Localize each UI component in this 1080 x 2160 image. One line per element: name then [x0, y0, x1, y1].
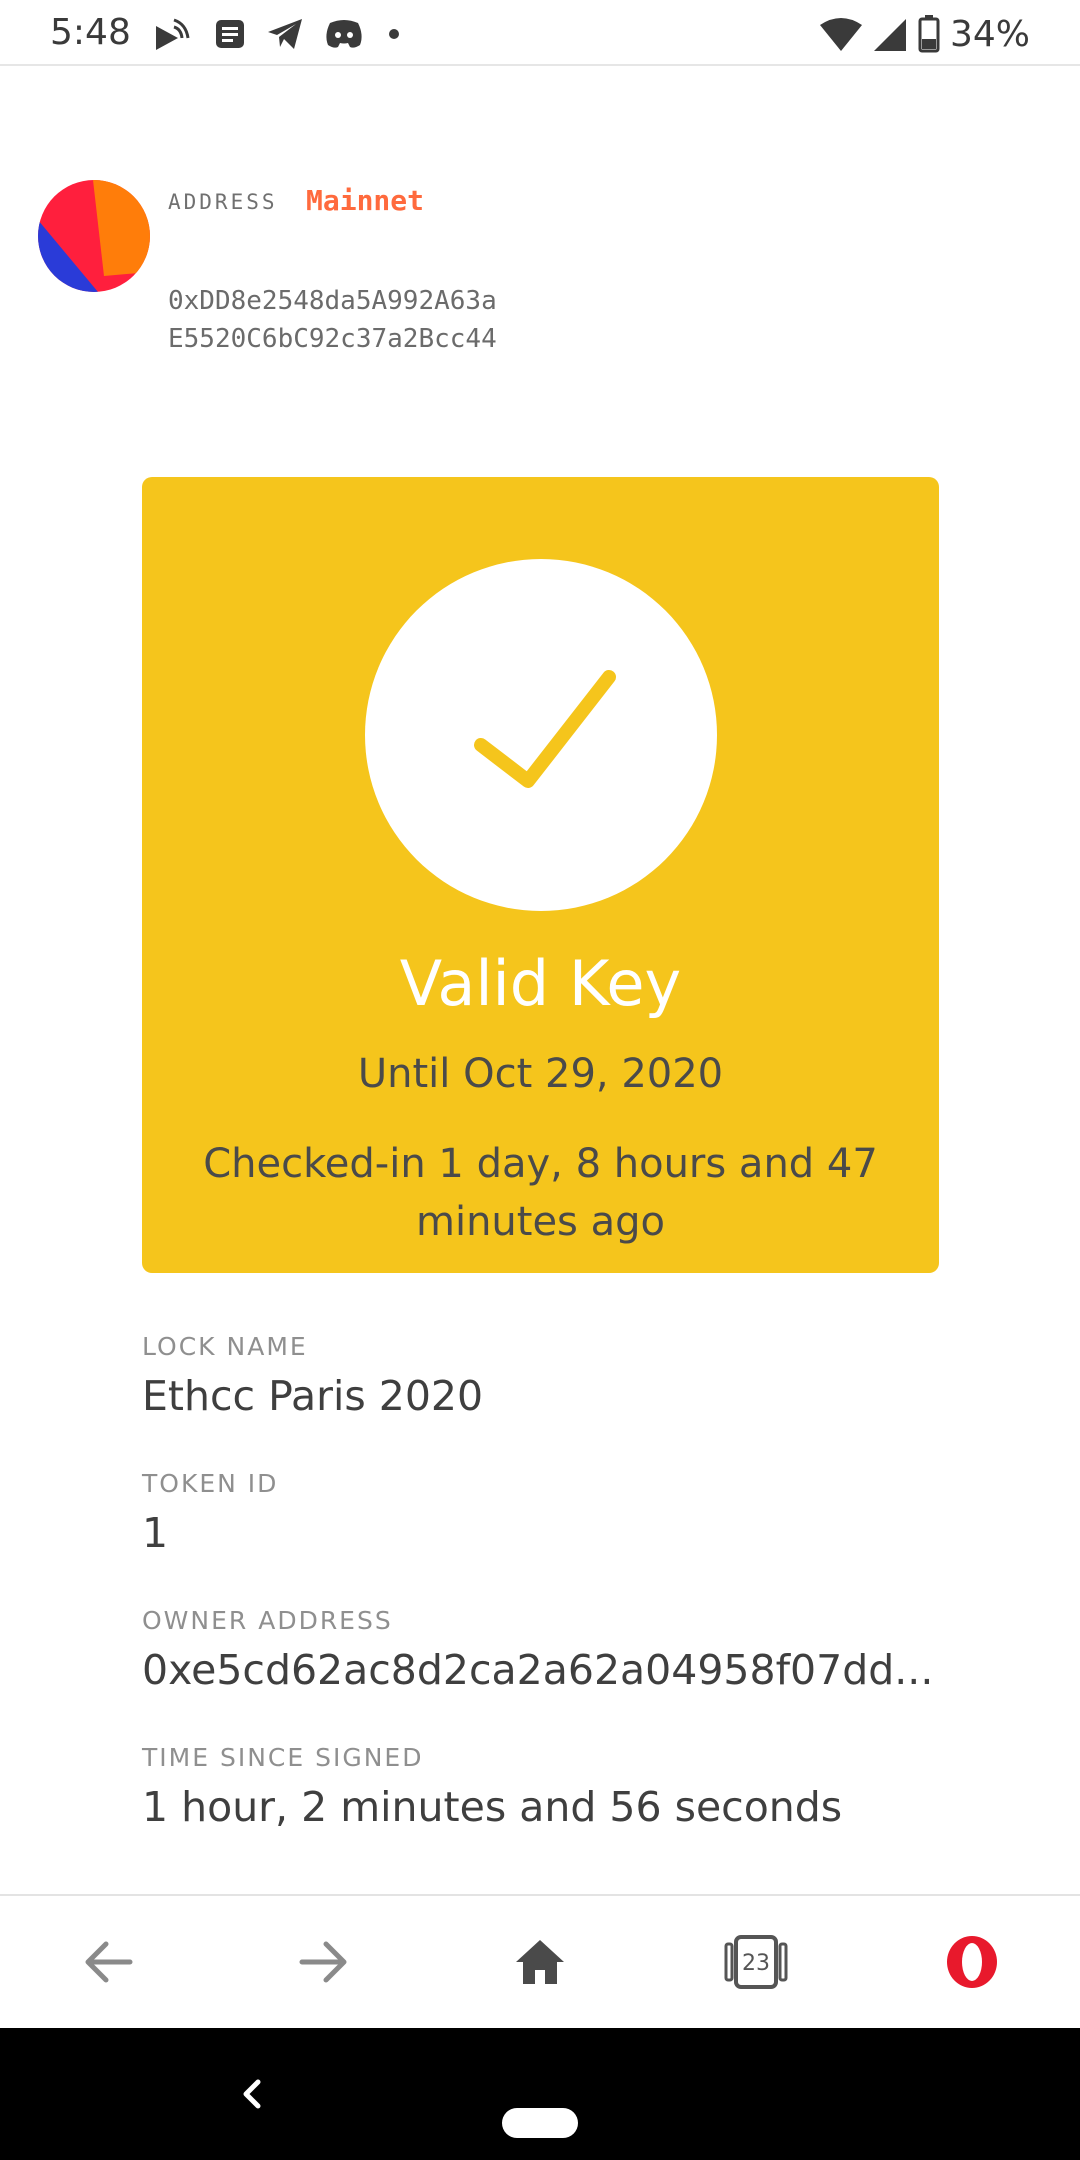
check-circle: [365, 559, 717, 911]
wallet-address-line-1: 0xDD8e2548da5A992A63a: [168, 286, 497, 316]
checkmark-icon: [474, 670, 616, 788]
signal-icon: [873, 19, 906, 51]
opera-menu-icon: [947, 1936, 997, 1988]
system-navigation-bar: [0, 2028, 1080, 2160]
token-id-value: 1: [142, 1509, 169, 1557]
forward-arrow-icon: [299, 1941, 347, 1983]
avatar: [38, 180, 150, 292]
network-label: Mainnet: [306, 184, 425, 217]
tabs-button[interactable]: 23: [696, 1896, 816, 2028]
wifi-icon: [819, 18, 862, 51]
system-home-pill[interactable]: [502, 2108, 578, 2138]
home-icon: [516, 1940, 564, 1984]
battery-icon: [918, 15, 940, 53]
key-expiry: Until Oct 29, 2020: [357, 1051, 724, 1097]
wallet-address-line-2: E5520C6bC92c37a2Bcc44: [168, 324, 497, 354]
cast-icon: [156, 18, 190, 50]
token-id-label: TOKEN ID: [142, 1469, 279, 1498]
home-button[interactable]: [480, 1896, 600, 2028]
lock-name-value: Ethcc Paris 2020: [142, 1372, 484, 1420]
system-back-icon[interactable]: [222, 2064, 282, 2124]
news-icon: [216, 20, 244, 48]
time-since-signed-label: TIME SINCE SIGNED: [142, 1743, 424, 1772]
status-time: 5:48: [50, 12, 131, 53]
key-status-title: Valid Key: [399, 947, 682, 1020]
tabs-icon: 23: [724, 1935, 788, 1989]
address-label: ADDRESS: [168, 190, 278, 214]
back-button[interactable]: [48, 1896, 168, 2028]
browser-toolbar: 23: [0, 1894, 1080, 2028]
forward-button[interactable]: [264, 1896, 384, 2028]
discord-icon: [326, 20, 362, 48]
status-bar: 5:48 34%: [0, 0, 1080, 66]
lock-name-label: LOCK NAME: [142, 1332, 308, 1361]
battery-percent: 34%: [949, 13, 1030, 55]
notification-icons: [154, 14, 404, 54]
dot-icon: [389, 29, 399, 39]
key-checkin-time: Checked-in 1 day, 8 hours and 47 minutes…: [203, 1141, 878, 1245]
owner-address-value: 0xe5cd62ac8d2ca2a62a04958f07dd...: [142, 1646, 934, 1694]
system-status-icons: 34%: [819, 12, 1030, 56]
owner-address-label: OWNER ADDRESS: [142, 1606, 393, 1635]
key-status-card: Valid Key Until Oct 29, 2020 Checked-in …: [142, 477, 939, 1273]
tab-count: 23: [742, 1951, 770, 1976]
opera-menu-button[interactable]: [912, 1896, 1032, 2028]
telegram-icon: [268, 19, 302, 49]
back-arrow-icon: [85, 1941, 133, 1983]
time-since-signed-value: 1 hour, 2 minutes and 56 seconds: [142, 1783, 843, 1831]
